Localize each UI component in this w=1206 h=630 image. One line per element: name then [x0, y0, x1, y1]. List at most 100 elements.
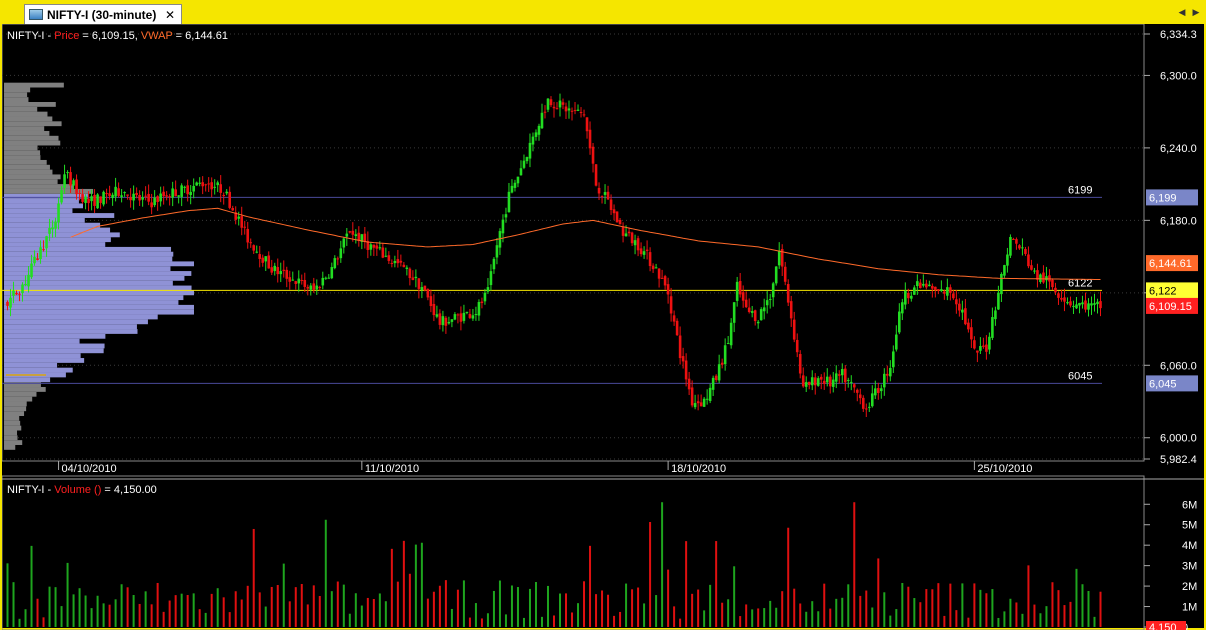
scroll-right-icon[interactable]: ▶ [1190, 6, 1202, 18]
candle-body [132, 193, 135, 201]
candle-body [819, 376, 823, 380]
candle-body [864, 408, 868, 410]
volume-bar [414, 544, 417, 627]
volume-bar [973, 583, 976, 627]
candle-body [291, 279, 295, 281]
volume-bar [72, 594, 75, 627]
price-tick-label: 6,334.3 [1160, 29, 1197, 41]
candle-body [985, 344, 988, 352]
volume-bar [174, 595, 177, 627]
volume-bar [510, 585, 513, 627]
candle-body [910, 295, 913, 299]
volume-bar [631, 589, 634, 627]
candle-body [456, 314, 460, 316]
volume-bar [378, 593, 381, 627]
candle-body [288, 277, 292, 282]
candle-body [666, 284, 670, 295]
volume-bar [733, 566, 736, 627]
candle-body [36, 258, 39, 260]
candle-body [543, 111, 547, 113]
candle-body [630, 232, 634, 244]
volume-bar [1093, 616, 1096, 627]
candle-body [982, 345, 985, 347]
profile-bin [4, 314, 158, 320]
candle-body [474, 314, 478, 316]
volume-bar [835, 598, 838, 627]
candle-body [798, 354, 802, 374]
candle-body [342, 238, 346, 248]
profile-bin [4, 227, 111, 233]
candle-body [669, 296, 673, 314]
candle-body [114, 186, 117, 197]
volume-bar [967, 617, 970, 627]
volume-bar [1075, 568, 1078, 627]
candle-body [351, 230, 355, 235]
volume-bar [162, 611, 165, 627]
candle-body [162, 191, 165, 197]
volume-tick-label: 5M [1182, 520, 1197, 532]
volume-legend-value: = 4,150.00 [101, 484, 156, 496]
candle-body [627, 231, 631, 234]
profile-bin [4, 285, 192, 291]
price-tag-text: 6,045 [1149, 378, 1177, 390]
candle-body [753, 310, 757, 322]
volume-bars [6, 502, 1102, 627]
candle-body [955, 299, 958, 305]
volume-bar [222, 597, 225, 627]
candle-body [1039, 274, 1042, 283]
candle-body [816, 378, 820, 386]
volume-bar [96, 595, 99, 627]
candle-body [570, 110, 574, 112]
candle-body [15, 292, 18, 295]
volume-last-tag-text: 4,150 [1149, 622, 1177, 630]
candle-body [276, 267, 280, 275]
profile-bin [4, 232, 120, 238]
candle-body [516, 176, 520, 184]
candle-body [18, 293, 21, 295]
volume-bar [745, 604, 748, 627]
candle-body [717, 364, 721, 381]
volume-bar [120, 584, 123, 627]
candle-body [588, 129, 592, 149]
chart-canvas[interactable]: 619961226045 6,334.36,300.06,240.06,180.… [2, 24, 1204, 630]
candle-body [991, 317, 994, 338]
candle-body [255, 251, 259, 253]
tab-nifty-30min[interactable]: NIFTY-I (30-minute) ✕ [24, 4, 182, 24]
candle-body [895, 334, 898, 350]
scroll-left-icon[interactable]: ◀ [1176, 6, 1188, 18]
volume-bar [1009, 598, 1012, 627]
volume-bar [619, 611, 622, 627]
candle-body [372, 244, 376, 248]
candle-body [849, 381, 853, 383]
candle-body [378, 247, 382, 249]
candle-body [744, 299, 748, 308]
candle-body [1087, 303, 1090, 310]
candle-body [904, 290, 907, 305]
candle-body [201, 182, 204, 187]
candle-body [1090, 303, 1093, 306]
volume-legend-paren: () [91, 484, 101, 496]
candle-body [1060, 297, 1063, 300]
candle-body [186, 185, 189, 195]
candle-body [681, 356, 685, 362]
profile-bin [4, 391, 37, 397]
candle-body [297, 278, 301, 284]
candle-body [615, 211, 619, 223]
candle-body [807, 381, 811, 386]
volume-bar [571, 612, 574, 627]
profile-bin [4, 87, 31, 93]
profile-bin [4, 140, 61, 146]
candle-body [1042, 272, 1045, 283]
candle-body [258, 254, 262, 259]
close-icon[interactable]: ✕ [165, 8, 175, 22]
candle-body [1030, 265, 1033, 270]
candle-body [1051, 279, 1054, 288]
price-tick-label: 6,000.0 [1160, 433, 1197, 445]
candle-body [1066, 302, 1069, 304]
chart-icon [29, 9, 43, 20]
candle-body [93, 194, 96, 206]
profile-bin [4, 367, 73, 373]
volume-bar [823, 583, 826, 627]
profile-bin [4, 358, 85, 363]
candle-body [582, 114, 586, 116]
